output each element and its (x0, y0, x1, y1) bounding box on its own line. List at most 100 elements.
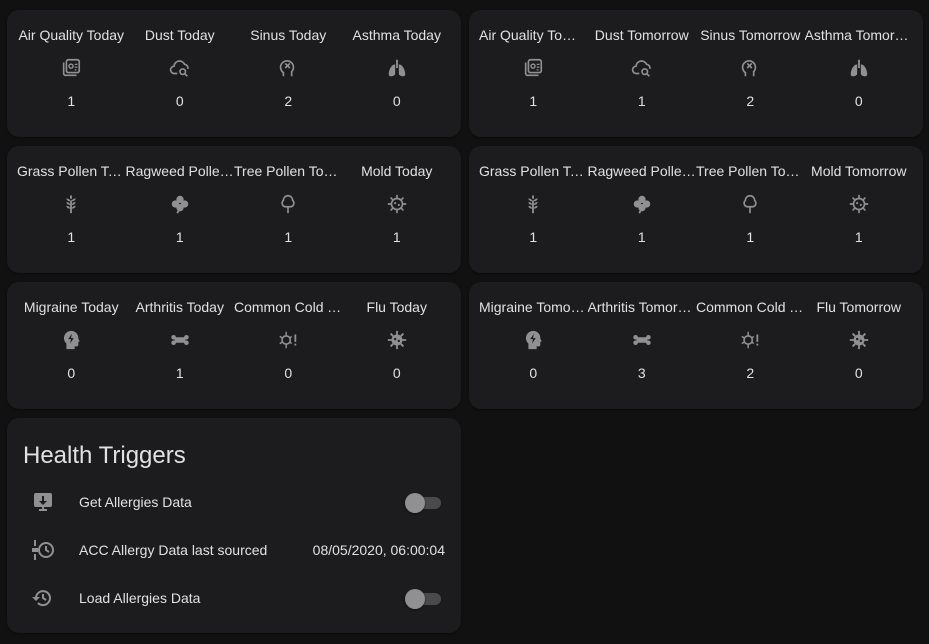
head-flash-icon (59, 328, 83, 352)
entity-name: Air Quality Tomorrow (479, 27, 588, 43)
entity-state: 1 (854, 229, 863, 245)
card-title: Health Triggers (23, 442, 186, 469)
glance-entity[interactable]: Common Cold Tomorrow 2 (696, 282, 805, 409)
glance-entity[interactable]: Flu Today 0 (343, 282, 452, 409)
glance-entity[interactable]: Mold Tomorrow 1 (805, 146, 914, 273)
bone-icon (630, 328, 654, 352)
entity-name: Dust Today (144, 27, 215, 43)
glance-entity[interactable]: Dust Today 0 (126, 10, 235, 137)
entity-state: 1 (67, 93, 76, 109)
entity-state: 1 (529, 229, 538, 245)
glance-entity[interactable]: Asthma Today 0 (343, 10, 452, 137)
restore-clock-icon (23, 586, 63, 610)
tree-outline-icon (276, 192, 300, 216)
entity-name: Tree Pollen Today (234, 163, 343, 179)
entity-name: Migraine Tomorrow (479, 299, 588, 315)
glance-entity[interactable]: Migraine Tomorrow 0 (479, 282, 588, 409)
entity-state: 0 (529, 365, 538, 381)
glance-card-illness-tomorrow: Migraine Tomorrow 0 Arthritis Tomorrow 3 Com… (469, 282, 923, 409)
glance-entity[interactable]: Tree Pollen Today 1 (234, 146, 343, 273)
download-box-icon (23, 490, 63, 514)
entity-name: Arthritis Today (135, 299, 224, 315)
lungs-icon (847, 56, 871, 80)
entity-name: Air Quality Today (18, 27, 125, 43)
glance-entity[interactable]: Common Cold Today 0 (234, 282, 343, 409)
glance-entity[interactable]: Grass Pollen Today 1 (17, 146, 126, 273)
glance-entity[interactable]: Air Quality Today 1 (17, 10, 126, 137)
entity-name: Common Cold Tomorrow (696, 299, 805, 315)
entity-name: Flu Tomorrow (816, 299, 902, 315)
head-remove-icon (738, 56, 762, 80)
entity-name: Flu Today (366, 299, 427, 315)
glance-entity[interactable]: Asthma Tomorrow 0 (805, 10, 914, 137)
bacteria-alert-icon (738, 328, 762, 352)
entity-state: 0 (854, 93, 863, 109)
entity-state: 3 (637, 365, 646, 381)
head-remove-icon (276, 56, 300, 80)
clover-icon (630, 192, 654, 216)
entity-name: Dust Tomorrow (594, 27, 689, 43)
bone-icon (168, 328, 192, 352)
virus-outline-icon (847, 192, 871, 216)
row-get-allergies-data[interactable]: Get Allergies Data (23, 482, 445, 522)
entity-state: 1 (746, 229, 755, 245)
glance-entity[interactable]: Arthritis Tomorrow 3 (588, 282, 697, 409)
glance-card-illness-today: Migraine Today 0 Arthritis Today 1 Common Co… (7, 282, 461, 409)
row-label: ACC Allergy Data last sourced (79, 542, 268, 558)
air-quality-icon (521, 56, 545, 80)
entity-state: 1 (529, 93, 538, 109)
tree-outline-icon (738, 192, 762, 216)
cloud-search-icon (630, 56, 654, 80)
glance-entity[interactable]: Arthritis Today 1 (126, 282, 235, 409)
timeline-clock-icon (23, 538, 63, 562)
glance-entity[interactable]: Migraine Today 0 (17, 282, 126, 409)
glance-entity[interactable]: Sinus Tomorrow 2 (696, 10, 805, 137)
entity-name: Migraine Today (23, 299, 119, 315)
glance-entity[interactable]: Sinus Today 2 (234, 10, 343, 137)
glance-card-air-tomorrow: Air Quality Tomorrow 1 Dust Tomorrow 1 Sinus… (469, 10, 923, 137)
glance-entity[interactable]: Dust Tomorrow 1 (588, 10, 697, 137)
row-last-sourced[interactable]: ACC Allergy Data last sourced 08/05/2020… (23, 530, 445, 570)
entity-state: 1 (175, 229, 184, 245)
entity-state: 0 (175, 93, 184, 109)
glance-entity[interactable]: Flu Tomorrow 0 (805, 282, 914, 409)
row-load-allergies-data[interactable]: Load Allergies Data (23, 578, 445, 618)
air-quality-icon (59, 56, 83, 80)
glance-entity[interactable]: Ragweed Pollen Today 1 (126, 146, 235, 273)
entity-name: Asthma Today (352, 27, 441, 43)
grain-icon (521, 192, 545, 216)
get-allergies-toggle[interactable] (405, 492, 441, 513)
clover-icon (168, 192, 192, 216)
glance-entity[interactable]: Tree Pollen Tomorrow 1 (696, 146, 805, 273)
entity-name: Asthma Tomorrow (804, 27, 914, 43)
glance-card-pollen-today: Grass Pollen Today 1 Ragweed Pollen Today 1… (7, 146, 461, 273)
grain-icon (59, 192, 83, 216)
entity-name: Mold Today (361, 163, 433, 179)
lungs-icon (385, 56, 409, 80)
entity-name: Grass Pollen Today (17, 163, 126, 179)
entity-state: 1 (175, 365, 184, 381)
health-triggers-card: Health Triggers Get Allergies Data ACC A… (7, 418, 461, 633)
load-allergies-toggle[interactable] (405, 588, 441, 609)
entity-state: 1 (637, 93, 646, 109)
cloud-search-icon (168, 56, 192, 80)
glance-entity[interactable]: Ragweed Pollen Tomorrow 1 (588, 146, 697, 273)
entity-state: 0 (854, 365, 863, 381)
glance-entity[interactable]: Air Quality Tomorrow 1 (479, 10, 588, 137)
entity-state: 1 (392, 229, 401, 245)
entity-name: Sinus Tomorrow (700, 27, 801, 43)
entity-state: 1 (637, 229, 646, 245)
last-sourced-value: 08/05/2020, 06:00:04 (312, 542, 445, 558)
entity-name: Arthritis Tomorrow (587, 299, 697, 315)
glance-entity[interactable]: Grass Pollen Tomorrow 1 (479, 146, 588, 273)
row-label: Load Allergies Data (79, 590, 201, 606)
glance-entity[interactable]: Mold Today 1 (343, 146, 452, 273)
entity-state: 0 (284, 365, 293, 381)
entity-state: 1 (67, 229, 76, 245)
entity-name: Sinus Today (250, 27, 327, 43)
bacteria-alert-icon (276, 328, 300, 352)
glance-card-air-today: Air Quality Today 1 Dust Today 0 Sinus Today… (7, 10, 461, 137)
entity-state: 2 (284, 93, 293, 109)
entity-state: 2 (746, 365, 755, 381)
entity-name: Tree Pollen Tomorrow (696, 163, 805, 179)
